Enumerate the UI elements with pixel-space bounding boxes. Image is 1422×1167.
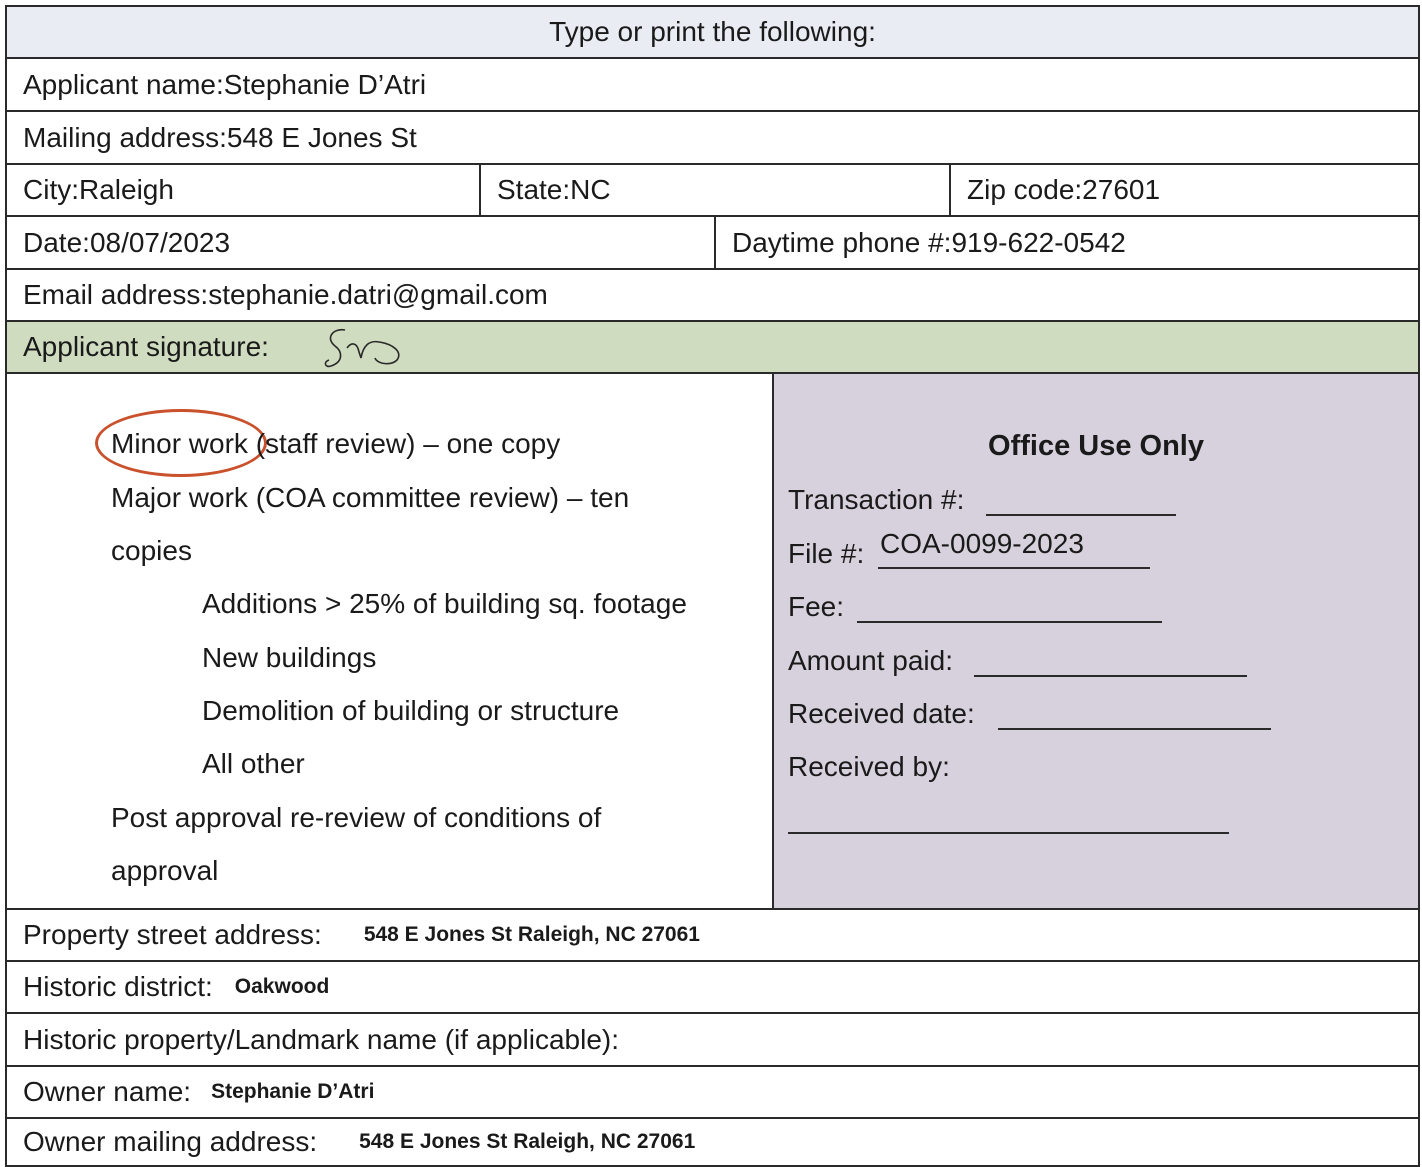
mailing-address-field[interactable]: Mailing address: 548 E Jones St <box>7 112 1418 163</box>
mailing-address-label: Mailing address: <box>23 121 227 153</box>
date-phone-row: Date: 08/07/2023 Daytime phone #: 919-622-… <box>5 215 1420 268</box>
historic-district-value: Oakwood <box>234 975 330 998</box>
historic-district-label: Historic district: <box>23 971 213 1002</box>
work-type-section: Minor work (staff review) – one copy Maj… <box>5 372 1420 908</box>
option-demolition[interactable]: Demolition of building or structure <box>202 695 619 727</box>
applicant-name-label: Applicant name: <box>23 68 224 100</box>
owner-name-field[interactable]: Owner name: Stephanie D’Atri <box>7 1067 1418 1117</box>
historic-district-row: Historic district: Oakwood <box>5 960 1420 1012</box>
option-major-work-cont: copies <box>111 535 192 566</box>
property-address-label: Property street address: <box>23 919 322 950</box>
file-value: COA-0099-2023 <box>880 528 1084 559</box>
applicant-name-row: Applicant name: Stephanie D’Atri <box>5 57 1420 110</box>
option-new-buildings[interactable]: New buildings <box>202 642 376 674</box>
email-row: Email address: stephanie.datri@gmail.com <box>5 268 1420 320</box>
coa-application-form: Type or print the following: Applicant n… <box>5 5 1420 1167</box>
zip-value: 27601 <box>1082 174 1161 205</box>
date-label: Date: <box>23 226 90 258</box>
zip-field[interactable]: Zip code: 27601 <box>949 165 1418 215</box>
email-value: stephanie.datri@gmail.com <box>208 279 548 310</box>
form-header: Type or print the following: <box>7 7 1418 57</box>
option-post-approval[interactable]: Post approval re-review of conditions of <box>111 802 601 834</box>
historic-district-field[interactable]: Historic district: Oakwood <box>7 962 1418 1012</box>
work-type-list: Minor work (staff review) – one copy Maj… <box>7 374 772 908</box>
option-additions[interactable]: Additions > 25% of building sq. footage <box>202 588 687 620</box>
option-all-other[interactable]: All other <box>202 748 305 780</box>
city-label: City: <box>23 174 79 205</box>
owner-mailing-value: 548 E Jones St Raleigh, NC 27061 <box>359 1130 696 1153</box>
amount-paid-label: Amount paid: <box>788 645 953 676</box>
city-field[interactable]: City: Raleigh <box>7 165 479 215</box>
mailing-address-row: Mailing address: 548 E Jones St <box>5 110 1420 163</box>
signature-label: Applicant signature: <box>23 331 269 362</box>
applicant-name-value: Stephanie D’Atri <box>223 68 427 100</box>
owner-name-value: Stephanie D’Atri <box>211 1080 375 1103</box>
option-major-work[interactable]: Major work (COA committee review) – ten <box>111 482 629 514</box>
fee-line[interactable] <box>857 621 1162 623</box>
applicant-name-field[interactable]: Applicant name: Stephanie D’Atri <box>7 59 1418 110</box>
received-date-line[interactable] <box>998 728 1271 730</box>
received-by-line[interactable] <box>788 832 1229 834</box>
phone-value: 919-622-0542 <box>951 226 1126 258</box>
city-state-zip-row: City: Raleigh State: NC Zip code: 27601 <box>5 163 1420 215</box>
property-address-row: Property street address: 548 E Jones St R… <box>5 908 1420 960</box>
transaction-label: Transaction #: <box>788 484 965 515</box>
owner-name-row: Owner name: Stephanie D’Atri <box>5 1065 1420 1117</box>
handwritten-signature <box>324 328 400 368</box>
fee-label: Fee: <box>788 591 845 622</box>
file-line[interactable] <box>878 567 1150 569</box>
city-value: Raleigh <box>79 174 174 205</box>
office-use-panel: Office Use Only Transaction #: File #: C… <box>772 374 1418 908</box>
property-address-field[interactable]: Property street address: 548 E Jones St R… <box>7 910 1418 960</box>
option-minor-work[interactable]: Minor work (staff review) – one copy <box>111 428 560 460</box>
state-value: NC <box>570 174 611 205</box>
owner-mailing-label: Owner mailing address: <box>23 1126 318 1157</box>
landmark-row: Historic property/Landmark name (if appl… <box>5 1012 1420 1065</box>
email-label: Email address: <box>23 279 209 310</box>
property-address-value: 548 E Jones St Raleigh, NC 27061 <box>363 923 700 946</box>
date-field[interactable]: Date: 08/07/2023 <box>7 217 714 268</box>
transaction-line[interactable] <box>986 514 1176 516</box>
owner-name-label: Owner name: <box>23 1076 192 1107</box>
amount-paid-line[interactable] <box>974 675 1247 677</box>
email-field[interactable]: Email address: stephanie.datri@gmail.com <box>7 270 1418 320</box>
minor-work-label: Minor work <box>111 428 248 459</box>
file-label: File #: <box>788 538 865 569</box>
received-date-label: Received date: <box>788 698 975 729</box>
signature-field[interactable]: Applicant signature: <box>7 322 1418 372</box>
office-use-title: Office Use Only <box>988 430 1204 462</box>
state-label: State: <box>497 174 571 205</box>
owner-mailing-row: Owner mailing address: 548 E Jones St Ral… <box>5 1117 1420 1167</box>
received-by-label: Received by: <box>788 751 950 782</box>
state-field[interactable]: State: NC <box>479 165 949 215</box>
phone-field[interactable]: Daytime phone #: 919-622-0542 <box>714 217 1418 268</box>
minor-work-detail: (staff review) – one copy <box>247 428 561 459</box>
date-value: 08/07/2023 <box>89 226 231 258</box>
option-post-approval-cont: approval <box>111 855 219 886</box>
landmark-field[interactable]: Historic property/Landmark name (if appl… <box>7 1014 1418 1065</box>
owner-mailing-field[interactable]: Owner mailing address: 548 E Jones St Ral… <box>7 1119 1418 1165</box>
zip-label: Zip code: <box>967 174 1083 205</box>
header-row: Type or print the following: <box>5 5 1420 57</box>
mailing-address-value: 548 E Jones St <box>226 121 417 153</box>
signature-row: Applicant signature: <box>5 320 1420 372</box>
landmark-label: Historic property/Landmark name (if appl… <box>23 1023 620 1055</box>
phone-label: Daytime phone #: <box>732 226 952 258</box>
